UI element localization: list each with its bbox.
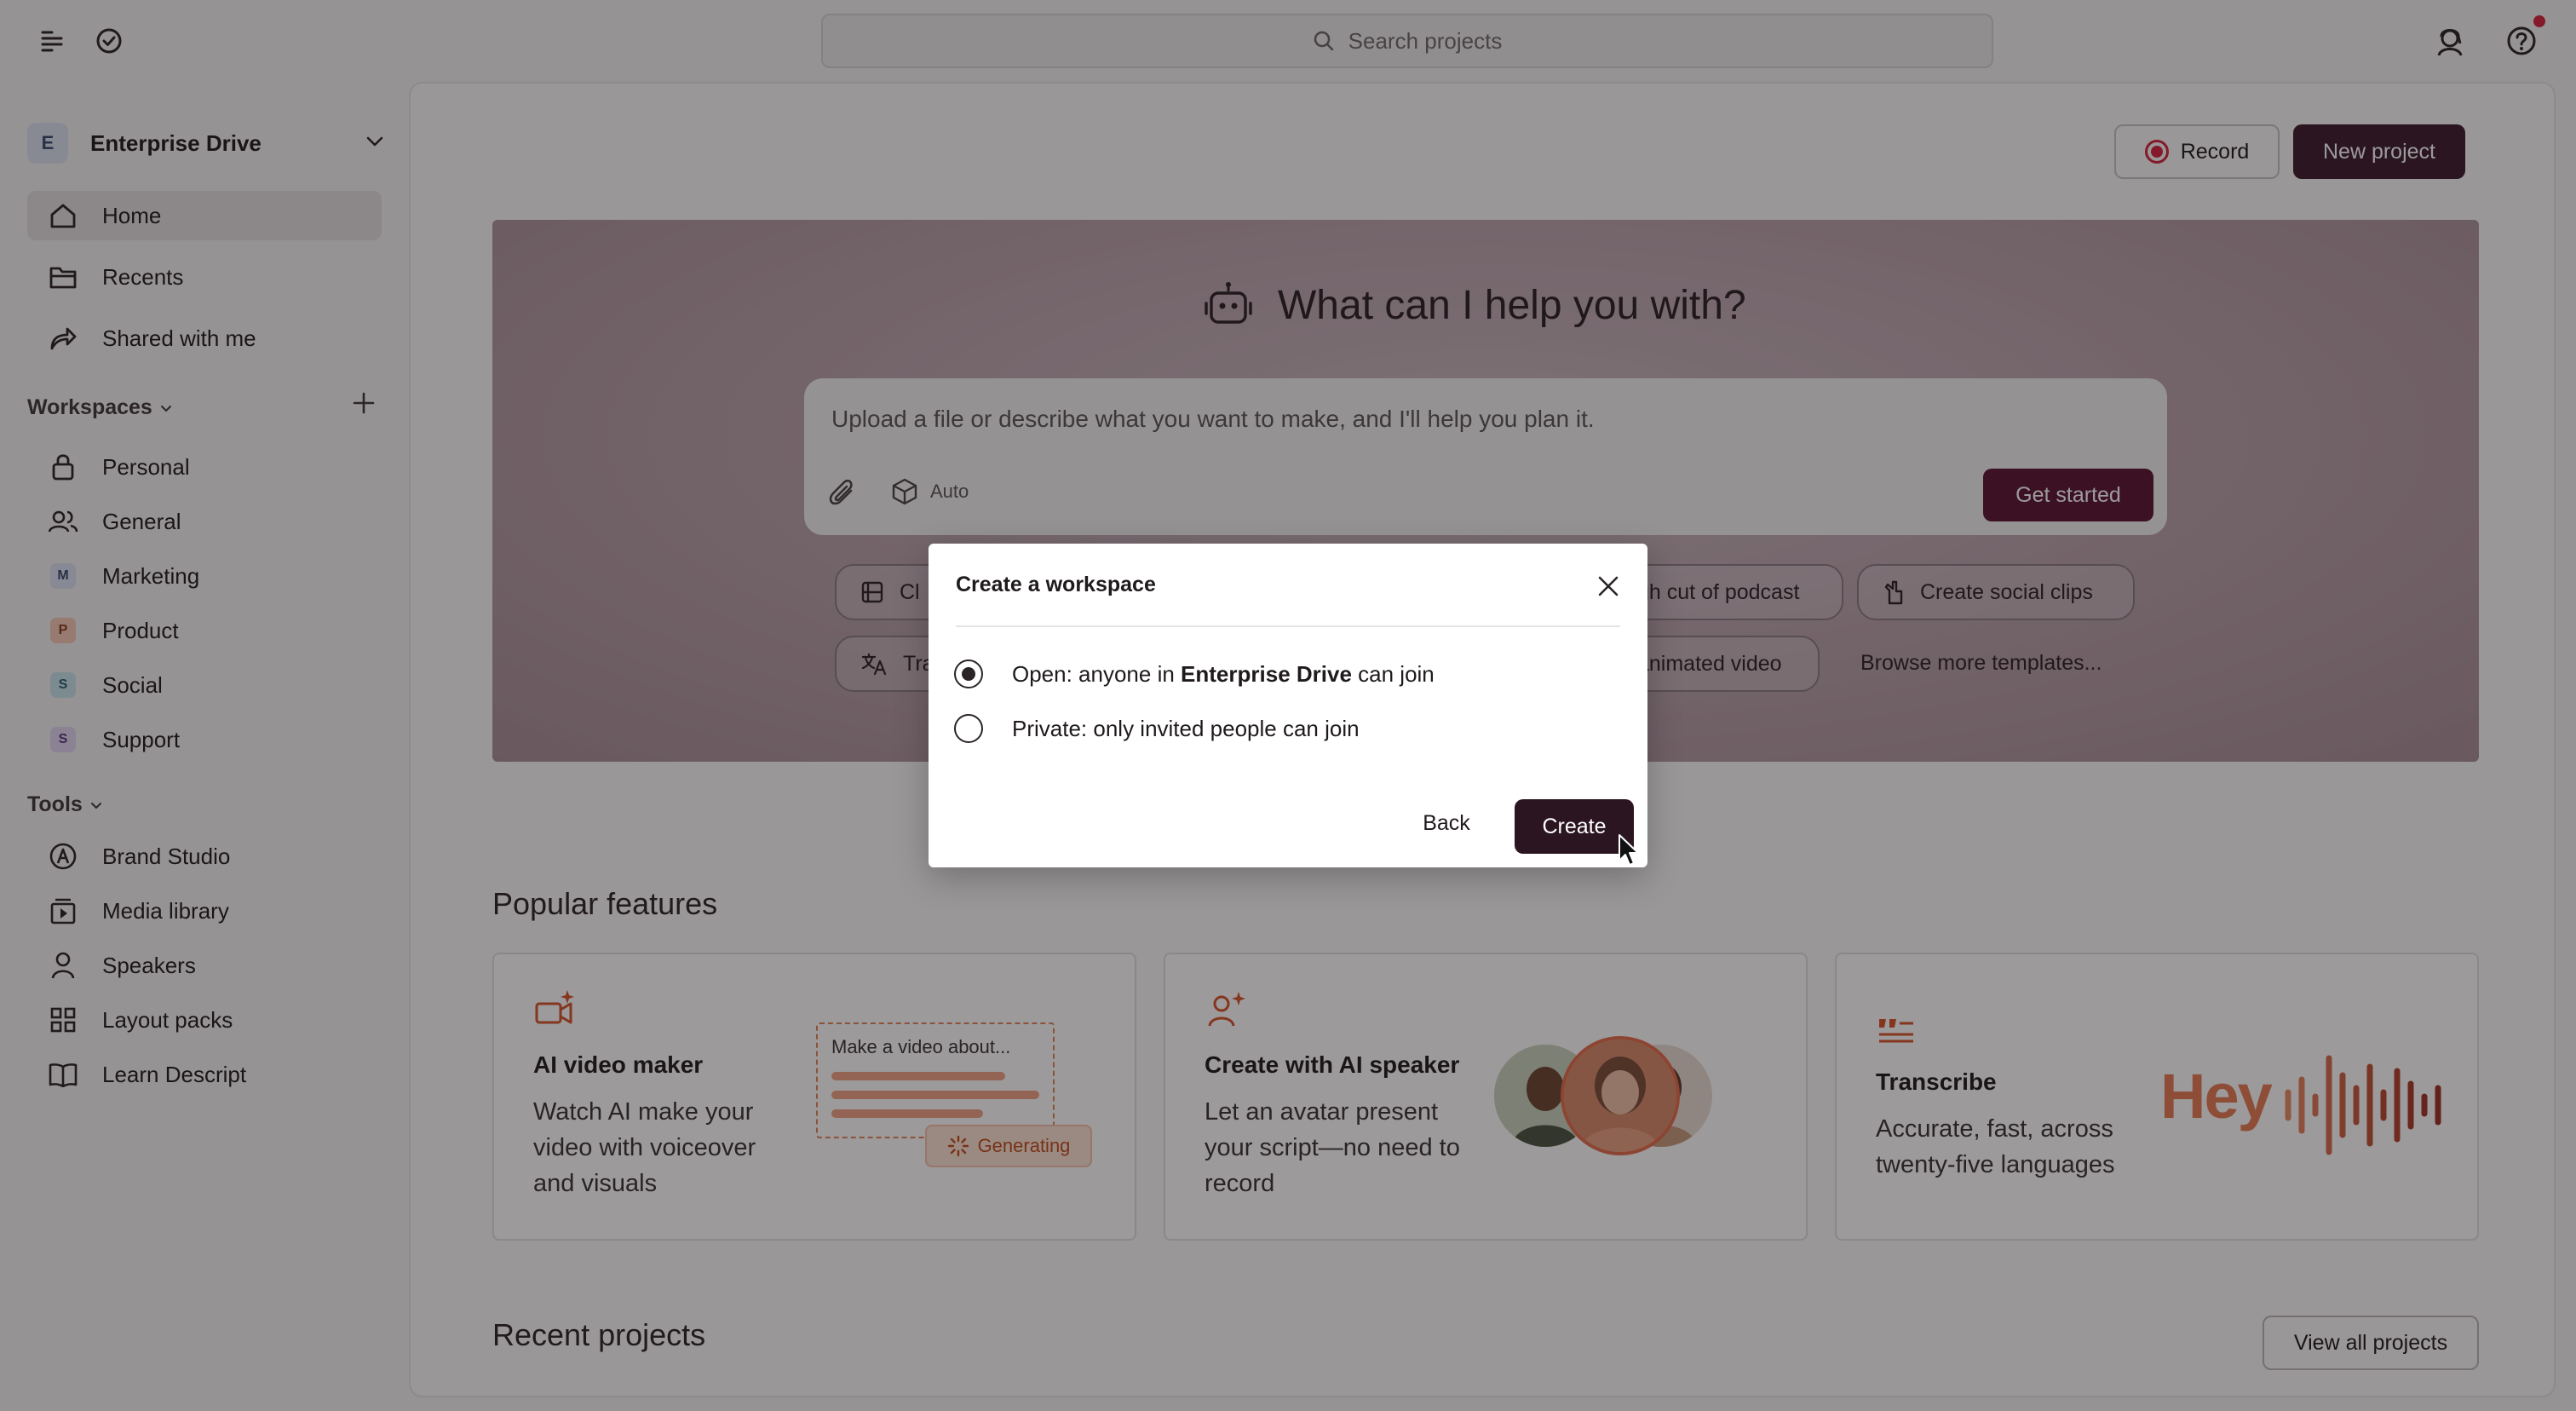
option-open-suffix: can join — [1351, 660, 1435, 687]
mouse-cursor-icon — [1619, 834, 1639, 866]
option-open[interactable]: Open: anyone in Enterprise Drive can joi… — [954, 659, 1435, 688]
dialog-divider — [956, 625, 1620, 627]
create-button[interactable]: Create — [1515, 799, 1634, 854]
option-private[interactable]: Private: only invited people can join — [954, 714, 1360, 743]
create-workspace-dialog: Create a workspace Open: anyone in Enter… — [929, 544, 1647, 867]
option-open-workspace-name: Enterprise Drive — [1181, 660, 1352, 687]
radio-open[interactable] — [954, 659, 983, 688]
back-button[interactable]: Back — [1411, 799, 1482, 847]
option-private-label: Private: only invited people can join — [1012, 715, 1360, 741]
dialog-title: Create a workspace — [956, 573, 1156, 596]
radio-private[interactable] — [954, 714, 983, 743]
option-open-prefix: Open: anyone in — [1012, 660, 1182, 687]
close-icon[interactable] — [1595, 573, 1622, 600]
option-open-label: Open: anyone in Enterprise Drive can joi… — [1012, 661, 1435, 688]
